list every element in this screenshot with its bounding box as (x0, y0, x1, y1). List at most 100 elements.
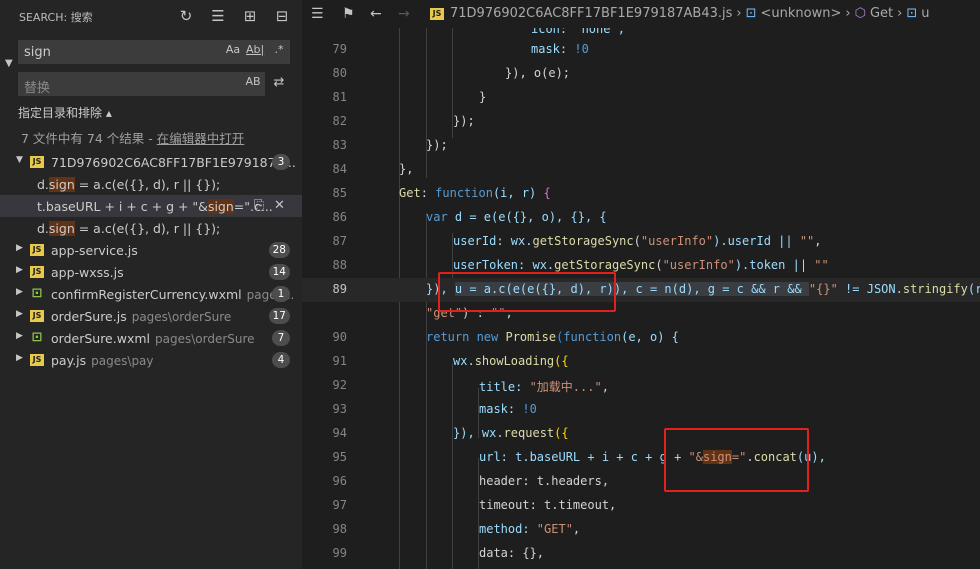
code-text: wx. (532, 258, 555, 272)
code-text: mask: (479, 402, 523, 416)
file-result-row[interactable]: ▶ JS app-service.js 28 (0, 239, 302, 261)
code-text: "{}" (808, 282, 838, 296)
breadcrumb-file[interactable]: 71D976902C6AC8FF17BF1E979187AB43.js (450, 6, 732, 21)
search-input[interactable]: sign Aa Ab| .* (18, 40, 290, 64)
replace-all-icon[interactable]: ⇄ (269, 75, 289, 93)
code-text: timeout: t.timeout, (479, 498, 617, 512)
match-row-selected[interactable]: t.baseURL + i + c + g + "&sign=".c... ⎘ … (0, 195, 302, 217)
code-text: data: {}, (479, 546, 545, 560)
code-line: 85 Get: function(i, r) { (302, 182, 980, 206)
outline-list-icon[interactable]: ☰ (311, 6, 324, 22)
expand-chevron-icon[interactable]: ▶ (16, 287, 23, 297)
match-row[interactable]: d.sign = a.c(e({}, d), r || {}); (0, 173, 302, 195)
module-symbol-icon: ⊡ (745, 6, 757, 21)
code-text: : (420, 186, 436, 200)
wxml-file-icon: ⊡ (31, 286, 43, 301)
refresh-icon[interactable]: ↻ (176, 6, 196, 26)
code-line: 97 timeout: t.timeout, (302, 494, 980, 518)
code-text: userId: (453, 234, 511, 248)
replace-match-icon[interactable]: ⎘ (254, 198, 264, 213)
search-input-value: sign (24, 45, 51, 60)
regex-icon[interactable]: .* (270, 43, 288, 56)
code-text: !0 (574, 42, 589, 56)
code-text: "GET" (536, 522, 573, 536)
bookmark-icon[interactable]: ⚑ (342, 6, 355, 22)
results-tree: ▼ JS 71D976902C6AC8FF17BF1E979187A... 3 … (0, 151, 302, 371)
code-text: ({ (554, 426, 569, 440)
match-case-icon[interactable]: Aa (224, 43, 242, 56)
code-line: 83 }); (302, 134, 980, 158)
code-area[interactable]: icon: "none", 79 mask: !0 80 }), o(e); 8… (302, 28, 980, 569)
code-text: request (503, 426, 555, 440)
breadcrumb-item[interactable]: u (921, 6, 929, 21)
clear-results-icon[interactable]: ☰ (208, 6, 228, 26)
code-line: 92 title: "加载中...", (302, 374, 980, 398)
sidebar-header: SEARCH: 搜索 ↻ ☰ ⊞ ⊟ (0, 0, 302, 32)
match-row[interactable]: d.sign = a.c(e({}, d), r || {}); (0, 217, 302, 239)
file-name: app-wxss.js (51, 265, 124, 280)
open-in-editor-link[interactable]: 在编辑器中打开 (157, 131, 245, 146)
code-text: , (814, 234, 822, 248)
code-line: 90 return new Promise(function(e, o) { (302, 326, 980, 350)
line-number: 91 (332, 354, 347, 368)
expand-chevron-icon[interactable]: ▼ (16, 155, 23, 165)
code-line: 80 }), o(e); (302, 62, 980, 86)
breadcrumb-item[interactable]: Get (870, 6, 893, 21)
match-text-post: = a.c(e({}, d), r || {}); (74, 177, 221, 192)
file-result-row[interactable]: ▶ JS orderSure.js pages\orderSure 17 (0, 305, 302, 327)
line-number: 92 (332, 378, 347, 392)
code-text: , (601, 380, 609, 394)
code-text: "" (799, 234, 815, 248)
annotation-box-sign-param (664, 428, 809, 492)
line-number: 90 (332, 330, 347, 344)
code-line: 84 }, (302, 158, 980, 182)
file-result-row[interactable]: ▼ JS 71D976902C6AC8FF17BF1E979187A... 3 (0, 151, 302, 173)
match-text-post: = a.c(e({}, d), r || {}); (74, 221, 221, 236)
file-result-row[interactable]: ▶ JS app-wxss.js 14 (0, 261, 302, 283)
code-line: 95 url: t.baseURL + i + c + g + "&sign="… (302, 446, 980, 470)
code-line: 88 userToken: wx.getStorageSync("userInf… (302, 254, 980, 278)
match-text-pre: t.baseURL + i + c + g + "& (37, 199, 208, 214)
file-result-row[interactable]: ▶ JS pay.js pages\pay 4 (0, 349, 302, 371)
line-number: 99 (332, 546, 347, 560)
code-text: Get (399, 186, 421, 200)
code-line: 96 header: t.headers, (302, 470, 980, 494)
line-number: 87 (332, 234, 347, 248)
preserve-case-icon[interactable]: AB (244, 75, 262, 88)
file-name: app-service.js (51, 243, 138, 258)
wxml-file-icon: ⊡ (31, 330, 43, 345)
toggle-replace-chevron-icon[interactable]: ▼ (5, 58, 13, 69)
file-name: pay.js (51, 353, 87, 368)
match-count-badge: 17 (268, 308, 290, 324)
line-number: 97 (332, 498, 347, 512)
file-path: pages\pay (91, 354, 154, 368)
forward-arrow-icon[interactable]: → (398, 6, 410, 22)
code-line: 82 }); (302, 110, 980, 134)
code-text: (r) ? (967, 282, 980, 296)
match-count-badge: 14 (268, 264, 290, 280)
files-filter-toggle[interactable]: 指定目录和排除 ▴ (18, 104, 112, 121)
expand-chevron-icon[interactable]: ▶ (16, 353, 23, 363)
file-name: orderSure.js (51, 309, 127, 324)
collapse-all-icon[interactable]: ⊟ (272, 6, 292, 26)
dismiss-match-icon[interactable]: ✕ (274, 198, 285, 213)
new-search-editor-icon[interactable]: ⊞ (240, 6, 260, 26)
variable-symbol-icon: ⊡ (906, 6, 918, 21)
code-text: icon: "none", (531, 28, 625, 36)
back-arrow-icon[interactable]: ← (370, 6, 382, 22)
file-path: pages\orderSure (155, 332, 255, 346)
file-result-row[interactable]: ▶ ⊡ confirmRegisterCurrency.wxml pages...… (0, 283, 302, 305)
replace-input[interactable]: 替换 AB (18, 72, 265, 96)
expand-chevron-icon[interactable]: ▶ (16, 265, 23, 275)
code-text: ({ (554, 354, 569, 368)
code-text: wx. (453, 354, 475, 368)
code-text: userToken: (453, 258, 533, 272)
whole-word-icon[interactable]: Ab| (246, 43, 264, 56)
expand-chevron-icon[interactable]: ▶ (16, 331, 23, 341)
code-line: 93 mask: !0 (302, 398, 980, 422)
breadcrumb-item[interactable]: <unknown> (761, 6, 842, 21)
expand-chevron-icon[interactable]: ▶ (16, 309, 23, 319)
expand-chevron-icon[interactable]: ▶ (16, 243, 23, 253)
file-result-row[interactable]: ▶ ⊡ orderSure.wxml pages\orderSure 7 (0, 327, 302, 349)
line-number: 81 (332, 90, 347, 104)
